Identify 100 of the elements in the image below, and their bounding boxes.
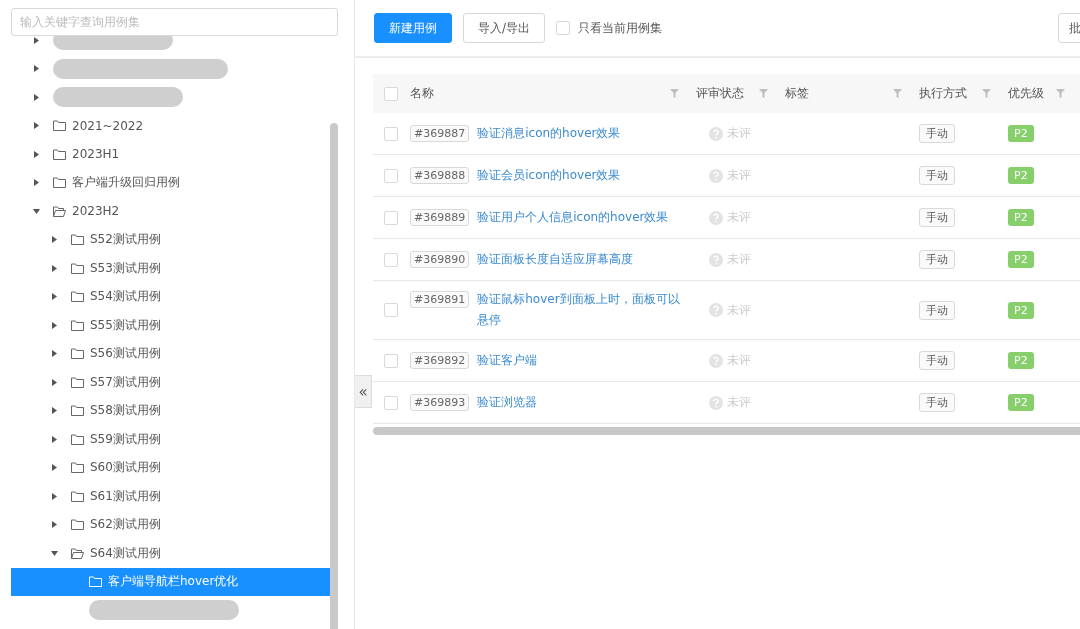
tree-item[interactable]: S58测试用例 — [90, 402, 161, 420]
priority-tag: P2 — [1008, 125, 1034, 142]
batch-button[interactable]: 批 — [1058, 13, 1080, 43]
question-icon — [709, 168, 723, 183]
case-name-link[interactable]: 验证鼠标hover到面板上时，面板可以悬停 — [477, 289, 683, 331]
caret-right-icon[interactable] — [33, 179, 39, 187]
import-export-button[interactable]: 导入/导出 — [463, 13, 546, 43]
column-header: 标签 — [785, 85, 809, 102]
checkbox[interactable] — [384, 395, 398, 410]
caret-right-icon[interactable] — [33, 93, 39, 101]
checkbox[interactable] — [384, 353, 398, 368]
checkbox[interactable] — [384, 303, 398, 317]
column-header: 执行方式 — [919, 85, 967, 102]
caret-right-icon[interactable] — [33, 65, 39, 73]
case-name-link[interactable]: 验证会员icon的hover效果 — [477, 165, 621, 186]
scrollbar[interactable] — [330, 123, 338, 629]
tree-item[interactable]: S62测试用例 — [90, 516, 161, 534]
execution-tag: 手动 — [919, 124, 955, 143]
caret-right-icon[interactable] — [51, 492, 57, 500]
caret-right-icon[interactable] — [51, 264, 57, 272]
search-field[interactable]: 输入关键字查询用例集 — [11, 8, 338, 36]
folder-icon — [71, 405, 84, 417]
priority-tag: P2 — [1008, 209, 1034, 226]
tree-item[interactable]: S53测试用例 — [90, 259, 161, 277]
execution-tag: 手动 — [919, 300, 955, 320]
folder-icon — [71, 433, 84, 445]
question-icon — [709, 252, 723, 267]
folder-icon — [71, 234, 84, 246]
caret-down-icon[interactable] — [50, 550, 58, 556]
tree-item[interactable]: S57测试用例 — [90, 373, 161, 391]
case-name-link[interactable]: 验证用户个人信息icon的hover效果 — [477, 207, 669, 228]
priority-tag: P2 — [1008, 301, 1034, 319]
caret-right-icon[interactable] — [51, 521, 57, 529]
tree-item[interactable]: 2023H2 — [72, 204, 120, 219]
case-name-link[interactable]: 验证浏览器 — [477, 392, 538, 413]
question-icon — [709, 210, 723, 225]
caret-right-icon[interactable] — [51, 321, 57, 329]
folder-icon — [71, 262, 84, 274]
collapse-button[interactable]: « — [355, 375, 372, 408]
tree-item[interactable]: S55测试用例 — [90, 316, 161, 334]
caret-right-icon[interactable] — [33, 122, 39, 130]
tree-item[interactable]: 2023H1 — [72, 147, 120, 162]
tree-item[interactable]: 2021~2022 — [72, 118, 144, 133]
caret-down-icon[interactable] — [32, 208, 40, 214]
tree-item[interactable]: S61测试用例 — [90, 487, 161, 505]
caret-right-icon[interactable] — [51, 293, 57, 301]
caret-right-icon[interactable] — [51, 435, 57, 443]
caret-right-icon[interactable] — [51, 236, 57, 244]
checkbox[interactable] — [384, 86, 398, 101]
case-id: #369893 — [410, 394, 470, 411]
caret-right-icon[interactable] — [51, 350, 57, 358]
folder-icon — [71, 376, 84, 388]
case-name-link[interactable]: 验证客户端 — [477, 350, 538, 371]
caret-right-icon[interactable] — [51, 407, 57, 415]
execution-tag: 手动 — [919, 208, 955, 227]
caret-right-icon[interactable] — [33, 36, 39, 44]
folder-open-icon — [53, 205, 66, 217]
case-id: #369888 — [410, 167, 470, 184]
tree-item[interactable]: S59测试用例 — [90, 430, 161, 448]
execution-tag: 手动 — [919, 166, 955, 185]
case-id: #369890 — [410, 251, 470, 268]
folder-icon — [71, 519, 84, 531]
tree-item[interactable]: S64测试用例 — [90, 544, 161, 562]
execution-tag: 手动 — [919, 393, 955, 412]
tree-item[interactable]: S60测试用例 — [90, 459, 161, 477]
case-name-link[interactable]: 验证面板长度自适应屏幕高度 — [477, 249, 634, 270]
question-icon — [709, 126, 723, 141]
folder-icon — [71, 348, 84, 360]
checkbox[interactable] — [384, 252, 398, 267]
tree-item[interactable]: S52测试用例 — [90, 231, 161, 249]
folder-open-icon — [71, 547, 84, 559]
checkbox[interactable] — [384, 210, 398, 225]
caret-right-icon[interactable] — [33, 150, 39, 158]
column-header: 评审状态 — [696, 85, 744, 102]
tree-item[interactable]: S56测试用例 — [90, 345, 161, 363]
folder-icon — [89, 576, 102, 588]
column-header: 名称 — [410, 85, 434, 102]
question-icon — [709, 353, 723, 368]
priority-tag: P2 — [1008, 167, 1034, 184]
checkbox[interactable] — [556, 21, 571, 35]
checkbox[interactable] — [384, 168, 398, 183]
filter-icon — [1056, 89, 1065, 98]
folder-icon — [53, 148, 66, 160]
checkbox[interactable] — [384, 126, 398, 141]
execution-tag: 手动 — [919, 250, 955, 269]
caret-right-icon[interactable] — [51, 464, 57, 472]
case-id: #369889 — [410, 209, 470, 226]
tree-item[interactable]: 客户端升级回归用例 — [72, 174, 180, 192]
scrollbar[interactable] — [373, 427, 1080, 435]
case-id: #369887 — [410, 125, 470, 142]
filter-icon — [670, 89, 679, 98]
priority-tag: P2 — [1008, 352, 1034, 369]
case-name-link[interactable]: 验证消息icon的hover效果 — [477, 123, 621, 144]
checkbox-label: 只看当前用例集 — [578, 19, 663, 37]
tree-item[interactable]: S54测试用例 — [90, 288, 161, 306]
folder-icon — [53, 120, 66, 132]
case-id: #369892 — [410, 352, 470, 369]
folder-icon — [71, 490, 84, 502]
folder-icon — [53, 177, 66, 189]
caret-right-icon[interactable] — [51, 378, 57, 386]
